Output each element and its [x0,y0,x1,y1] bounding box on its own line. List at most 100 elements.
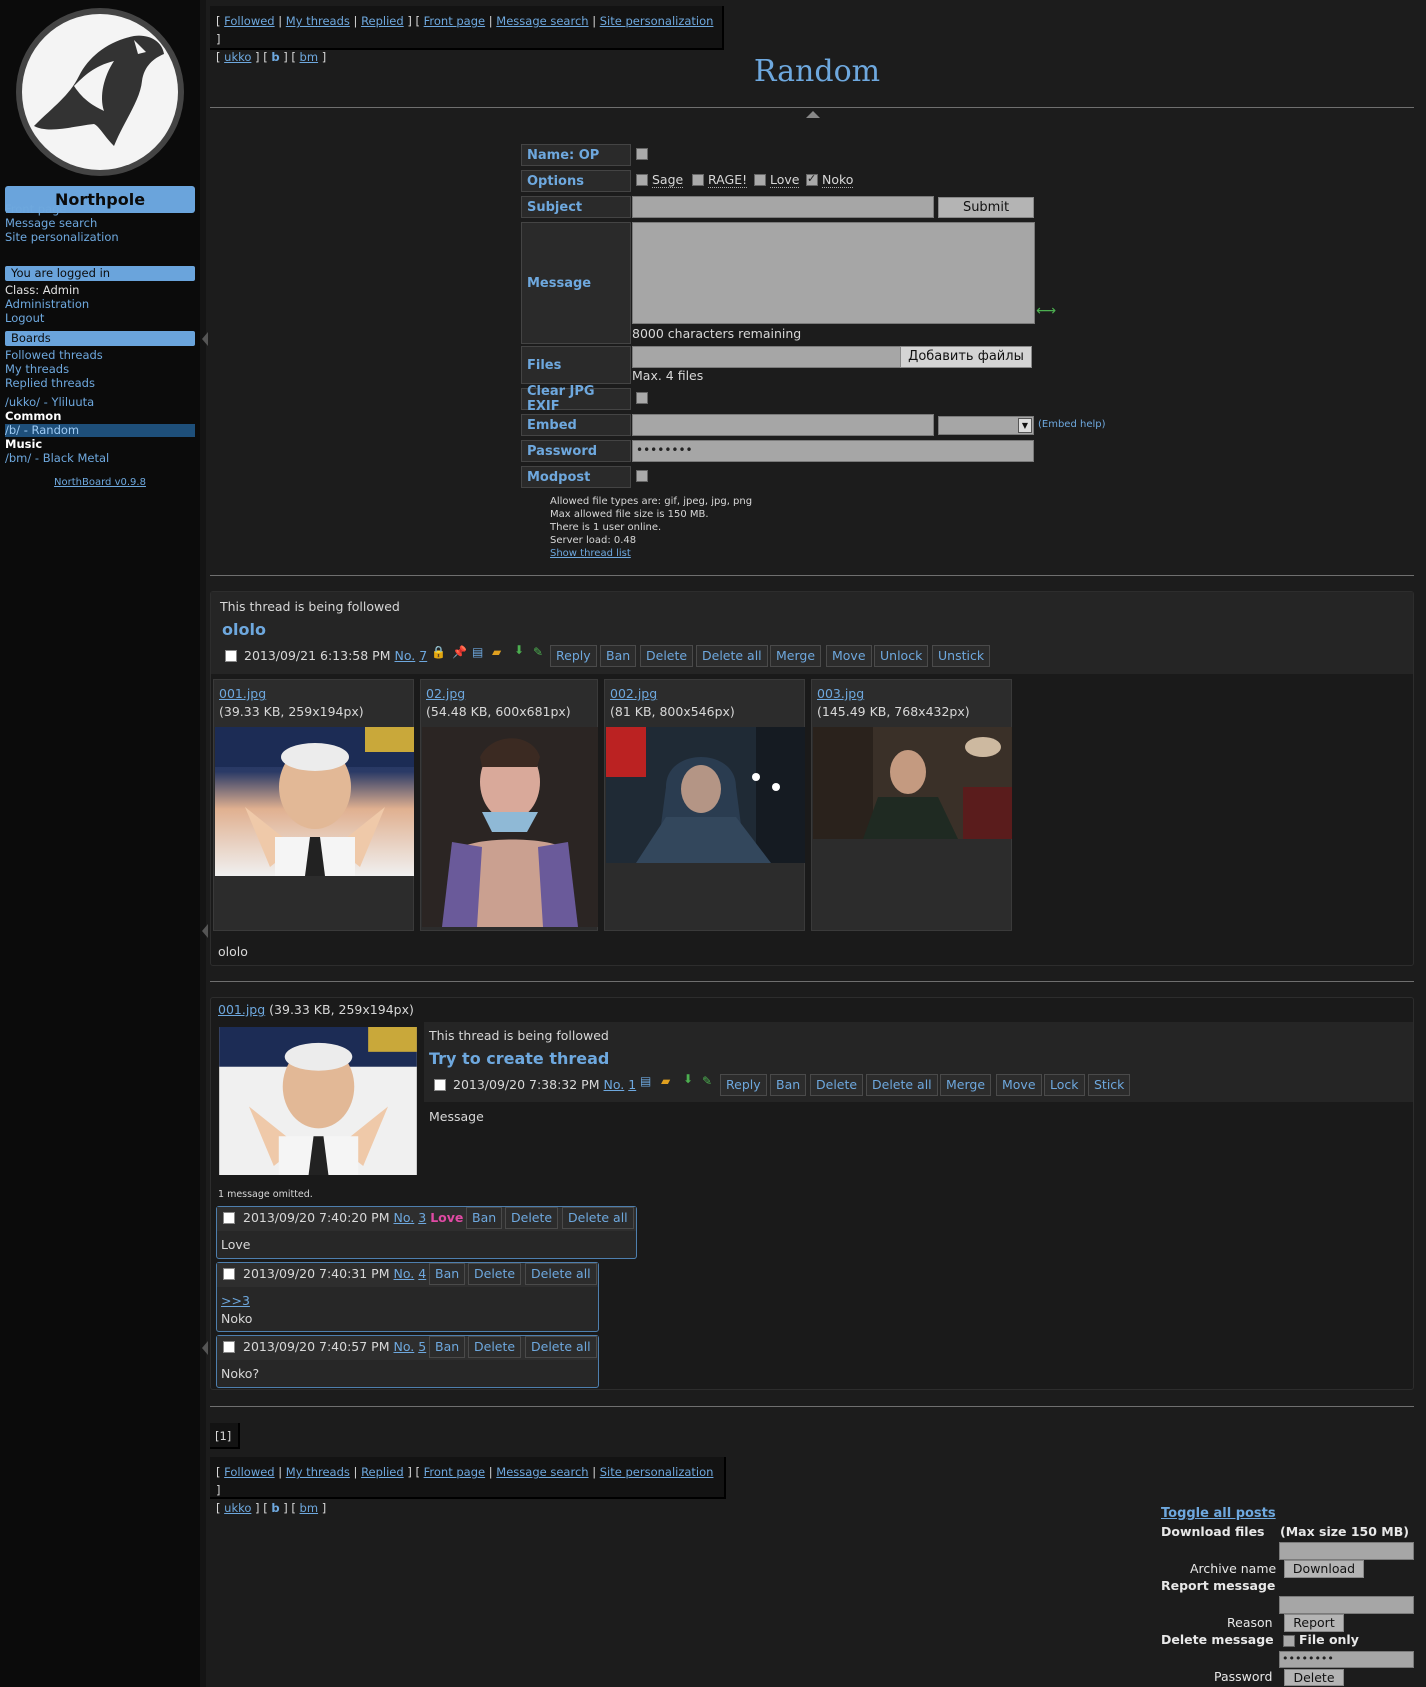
post-select-checkbox[interactable] [225,650,237,662]
thumbnail-image[interactable] [215,727,414,876]
version-link[interactable]: NorthBoard v0.9.8 [54,477,146,488]
sidebar-collapse-arrow-icon[interactable] [202,332,208,346]
nav-board-ukko[interactable]: ukko [224,1501,251,1515]
nav-board-b[interactable]: b [271,1501,279,1515]
nav-front-page[interactable]: Front page [424,14,485,28]
ban-button[interactable]: Ban [429,1263,466,1285]
thumbnail-image[interactable] [218,1027,418,1175]
embed-type-select[interactable]: ▼ [938,416,1034,435]
delete-password-input[interactable]: •••••••• [1279,1651,1414,1668]
nav-message-search[interactable]: Message search [496,1465,588,1479]
noko-checkbox[interactable] [806,172,818,186]
download-icon[interactable]: ⬇ [514,643,524,657]
quote-link[interactable]: >>3 [221,1293,250,1308]
password-input[interactable]: •••••••• [632,440,1034,462]
file-name[interactable]: 002.jpg [610,686,657,701]
post-number-label[interactable]: No. [394,1210,415,1225]
nav-site-personalization[interactable]: Site personalization [600,1465,714,1479]
post-number[interactable]: 3 [418,1210,426,1225]
post-number[interactable]: 1 [628,1077,636,1092]
folder-icon[interactable]: ▰ [661,1074,670,1088]
archive-name-input[interactable] [1279,1542,1414,1560]
unstick-button[interactable]: Unstick [932,645,991,667]
folder-icon[interactable]: ▰ [492,645,501,659]
toggle-form-arrow-icon[interactable] [806,111,820,118]
post-number-label[interactable]: No. [395,648,416,663]
merge-button[interactable]: Merge [940,1074,992,1096]
delete-button[interactable]: Delete [468,1336,522,1358]
delete-button[interactable]: Delete [810,1074,864,1096]
delete-all-button[interactable]: Delete all [525,1336,597,1358]
subject-input[interactable] [632,196,934,218]
ban-button[interactable]: Ban [429,1336,466,1358]
add-files-button[interactable]: Добавить файлы [900,346,1032,368]
ban-button[interactable]: Ban [466,1207,503,1229]
sidebar-front-page[interactable]: Front page [5,202,119,216]
delete-all-button[interactable]: Delete all [525,1263,597,1285]
reply-button[interactable]: Reply [720,1074,767,1096]
file-only-checkbox[interactable] [1283,1635,1295,1647]
embed-help-link[interactable]: (Embed help) [1038,419,1106,430]
nav-followed[interactable]: Followed [224,14,274,28]
sidebar-followed-threads[interactable]: Followed threads [5,348,103,362]
file-name[interactable]: 003.jpg [817,686,864,701]
sidebar-board-bm[interactable]: /bm/ - Black Metal [5,451,109,465]
sidebar-logout[interactable]: Logout [5,311,89,325]
file-name[interactable]: 001.jpg [218,1002,265,1017]
thumbnail-image[interactable] [813,727,1012,839]
post-number[interactable]: 5 [418,1339,426,1354]
pagination[interactable]: [1] [210,1423,240,1449]
name-checkbox[interactable] [636,148,648,160]
sidebar-replied-threads[interactable]: Replied threads [5,376,103,390]
post-select-checkbox[interactable] [223,1268,235,1280]
comment-icon[interactable]: ✎ [702,1074,712,1088]
sidebar-toggle-strip[interactable] [200,0,206,1687]
sidebar-collapse-arrow-icon[interactable] [202,924,208,938]
show-thread-list-link[interactable]: Show thread list [550,548,631,559]
ban-button[interactable]: Ban [600,645,637,667]
thumbnail-image[interactable] [422,727,598,927]
delete-button[interactable]: Delete [468,1263,522,1285]
file-name[interactable]: 001.jpg [219,686,266,701]
post-number-label[interactable]: No. [394,1266,415,1281]
thread-subject[interactable]: Try to create thread [429,1049,609,1068]
sidebar-message-search[interactable]: Message search [5,216,119,230]
nav-followed[interactable]: Followed [224,1465,274,1479]
delete-all-button[interactable]: Delete all [866,1074,938,1096]
thread-subject[interactable]: ololo [222,620,266,639]
report-reason-input[interactable] [1279,1596,1414,1614]
message-textarea[interactable] [632,222,1035,324]
comment-icon[interactable]: ✎ [533,645,543,659]
nav-message-search[interactable]: Message search [496,14,588,28]
boards-header[interactable]: Boards [5,331,195,346]
delete-button[interactable]: Delete [505,1207,559,1229]
nav-board-bm[interactable]: bm [300,1501,319,1515]
submit-button[interactable]: Submit [938,197,1034,218]
bear-logo-icon[interactable] [14,6,186,178]
modpost-checkbox[interactable] [636,470,648,482]
delete-all-button[interactable]: Delete all [562,1207,634,1229]
clear-exif-checkbox[interactable] [636,392,648,404]
post-number[interactable]: 7 [419,648,427,663]
delete-all-button[interactable]: Delete all [696,645,768,667]
download-button[interactable]: Download [1284,1560,1364,1578]
lock-button[interactable]: Lock [1044,1074,1085,1096]
embed-input[interactable] [632,414,934,436]
sidebar-board-ukko[interactable]: /ukko/ - Yliluuta [5,395,94,409]
toggle-all-posts-link[interactable]: Toggle all posts [1161,1506,1276,1521]
sidebar-administration[interactable]: Administration [5,297,89,311]
follow-icon[interactable]: ▤ [640,1074,651,1088]
delete-button[interactable]: Delete [640,645,694,667]
post-select-checkbox[interactable] [223,1341,235,1353]
nav-front-page[interactable]: Front page [424,1465,485,1479]
merge-button[interactable]: Merge [770,645,822,667]
nav-my-threads[interactable]: My threads [286,1465,350,1479]
move-button[interactable]: Move [996,1074,1042,1096]
report-button[interactable]: Report [1284,1614,1344,1632]
post-select-checkbox[interactable] [223,1212,235,1224]
sidebar-site-personalization[interactable]: Site personalization [5,230,119,244]
love-checkbox[interactable] [754,174,766,186]
sidebar-my-threads[interactable]: My threads [5,362,103,376]
reply-button[interactable]: Reply [550,645,597,667]
post-number-label[interactable]: No. [394,1339,415,1354]
